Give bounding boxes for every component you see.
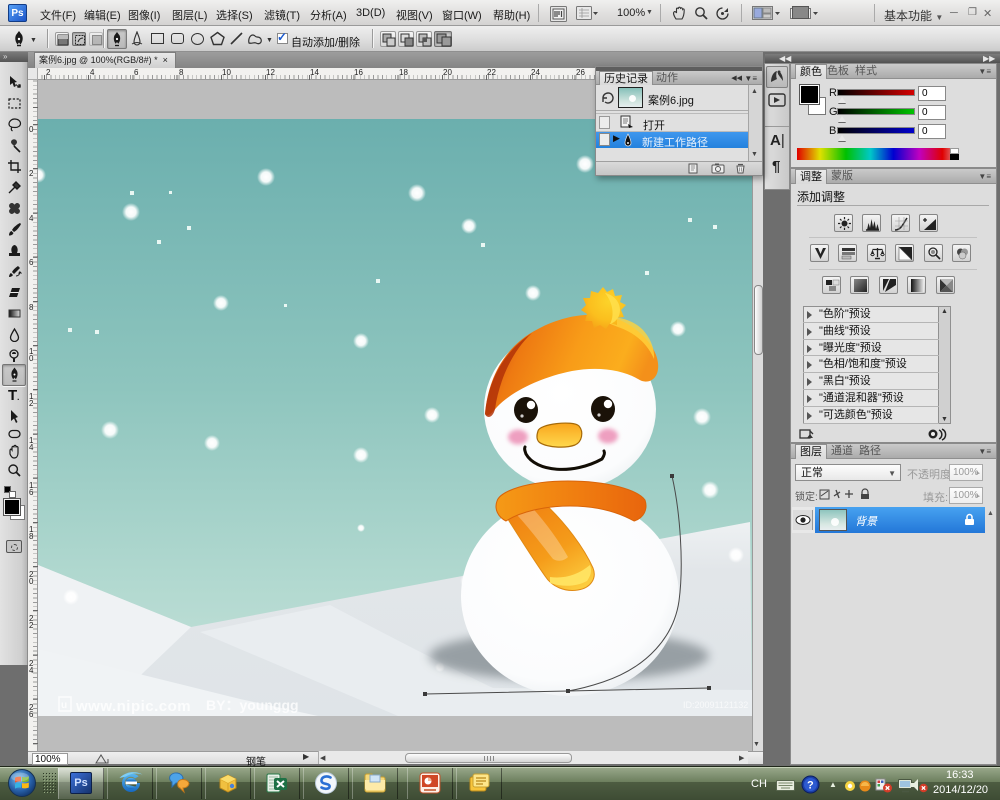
svg-text:www.nipic.com: www.nipic.com [75,698,191,715]
svg-text:ID:20091121132: ID:20091121132 [683,700,748,710]
svg-text:u: u [61,700,67,711]
svg-text:?: ? [807,780,814,792]
svg-text:BY：younggg: BY：younggg [206,697,299,713]
